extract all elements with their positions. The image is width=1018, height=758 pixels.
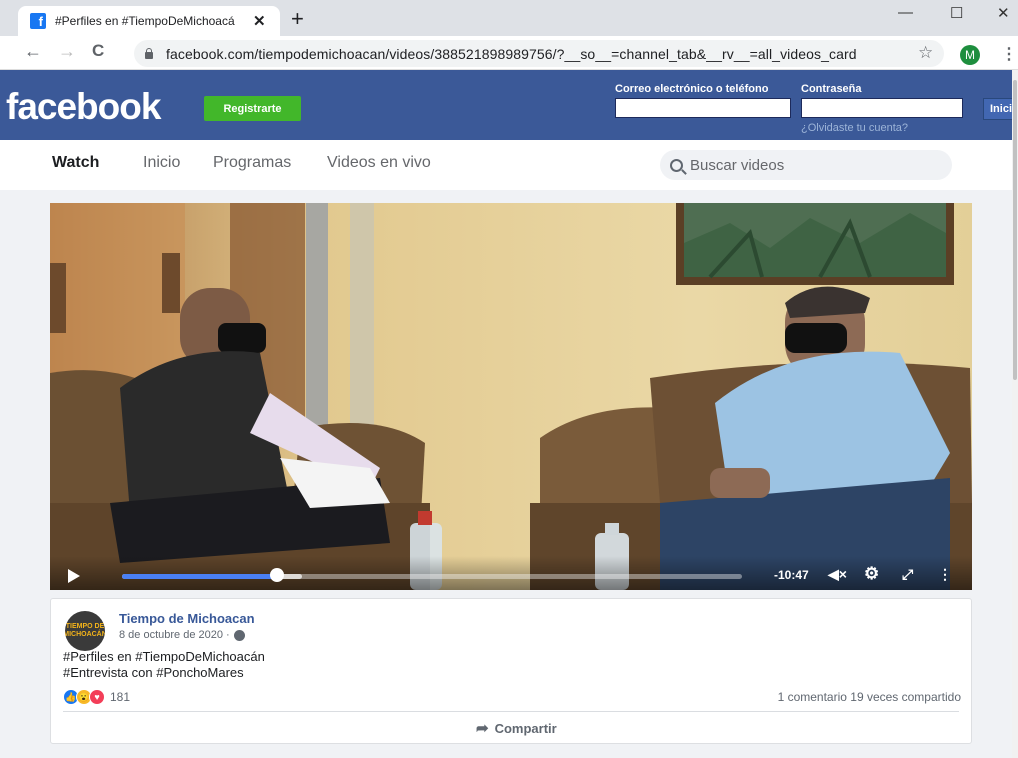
- fullscreen-icon[interactable]: ⤢: [902, 566, 913, 583]
- time-remaining: -10:47: [774, 568, 809, 582]
- reactions-summary[interactable]: 👍 😮 ♥ 181: [63, 689, 130, 705]
- video-progress-bar: [122, 574, 277, 579]
- facebook-header: facebook Registrarte Correo electrónico …: [0, 70, 1018, 140]
- video-controls: -10:47 ◀× ⚙ ⤢ ⋮: [50, 556, 972, 590]
- reload-button[interactable]: C: [92, 41, 104, 61]
- maximize-button[interactable]: ☐: [950, 4, 963, 22]
- minimize-button[interactable]: —: [898, 4, 913, 21]
- post-date-text[interactable]: 8 de octubre de 2020 ·: [119, 629, 230, 641]
- email-label: Correo electrónico o teléfono: [615, 83, 769, 95]
- divider: [63, 711, 959, 712]
- scrollbar-thumb[interactable]: [1013, 80, 1017, 380]
- video-player[interactable]: -10:47 ◀× ⚙ ⤢ ⋮: [50, 203, 972, 590]
- bookmark-star-icon[interactable]: ☆: [918, 43, 933, 63]
- close-window-button[interactable]: ✕: [997, 4, 1010, 22]
- search-icon: [670, 158, 683, 172]
- register-button[interactable]: Registrarte: [204, 96, 301, 121]
- facebook-logo[interactable]: facebook: [6, 86, 161, 128]
- page-avatar[interactable]: TIEMPO DE MICHOACÁN: [65, 611, 105, 651]
- tab-title: #Perfiles en #TiempoDeMichoacá: [55, 14, 235, 28]
- post-text-line: #Perfiles en #TiempoDeMichoacán: [63, 649, 265, 664]
- search-videos-input[interactable]: Buscar videos: [660, 150, 952, 180]
- tab-close-icon[interactable]: ✕: [253, 12, 266, 30]
- profile-avatar[interactable]: M: [960, 45, 980, 65]
- video-progress-track[interactable]: [122, 574, 742, 579]
- back-button[interactable]: ←: [24, 41, 42, 62]
- video-frame-scene: [50, 203, 972, 590]
- new-tab-button[interactable]: +: [291, 6, 304, 32]
- watch-navigation: Watch Inicio Programas Videos en vivo Bu…: [0, 140, 1018, 190]
- email-field[interactable]: [615, 98, 791, 118]
- address-bar-row: ← → C facebook.com/tiempodemichoacan/vid…: [0, 36, 1018, 70]
- browser-menu-icon[interactable]: ⋮: [1001, 44, 1017, 64]
- forgot-account-link[interactable]: ¿Olvidaste tu cuenta?: [801, 122, 908, 134]
- love-reaction-icon: ♥: [89, 689, 105, 705]
- page-name-link[interactable]: Tiempo de Michoacan: [119, 611, 255, 626]
- share-label: Compartir: [494, 720, 557, 736]
- share-button[interactable]: ➦ Compartir: [476, 719, 557, 737]
- password-label: Contraseña: [801, 83, 862, 95]
- lock-icon: [144, 48, 154, 59]
- post-text-line: #Entrevista con #PonchoMares: [63, 665, 244, 680]
- reaction-count: 181: [110, 690, 131, 704]
- settings-gear-icon[interactable]: ⚙: [864, 564, 879, 584]
- comments-shares-count[interactable]: 1 comentario 19 veces compartido: [778, 690, 961, 704]
- post-text: #Perfiles en #TiempoDeMichoacán #Entrevi…: [63, 649, 265, 681]
- globe-icon: [233, 629, 245, 641]
- search-placeholder: Buscar videos: [690, 156, 785, 174]
- tab-videos-en-vivo[interactable]: Videos en vivo: [327, 154, 431, 172]
- facebook-favicon-icon: f: [30, 13, 46, 29]
- browser-tab-bar: f #Perfiles en #TiempoDeMichoacá ✕ + — ☐…: [0, 0, 1018, 36]
- browser-tab[interactable]: f #Perfiles en #TiempoDeMichoacá ✕: [18, 6, 280, 36]
- forward-button[interactable]: →: [58, 41, 76, 62]
- mute-icon[interactable]: ◀×: [828, 566, 847, 583]
- tab-watch[interactable]: Watch: [52, 154, 99, 172]
- address-bar[interactable]: facebook.com/tiempodemichoacan/videos/38…: [134, 40, 944, 67]
- video-scrubber-handle[interactable]: [270, 568, 284, 582]
- password-field[interactable]: [801, 98, 963, 118]
- url-text: facebook.com/tiempodemichoacan/videos/38…: [166, 45, 857, 62]
- post-date: 8 de octubre de 2020 ·: [119, 629, 245, 641]
- post-card: TIEMPO DE MICHOACÁN Tiempo de Michoacan …: [50, 598, 972, 744]
- play-icon[interactable]: [68, 569, 80, 583]
- avatar-logo-text: TIEMPO DE MICHOACÁN: [65, 623, 105, 638]
- share-arrow-icon: ➦: [476, 720, 489, 737]
- more-options-icon[interactable]: ⋮: [938, 566, 952, 583]
- tab-programas[interactable]: Programas: [213, 154, 291, 172]
- tab-inicio[interactable]: Inicio: [143, 154, 180, 172]
